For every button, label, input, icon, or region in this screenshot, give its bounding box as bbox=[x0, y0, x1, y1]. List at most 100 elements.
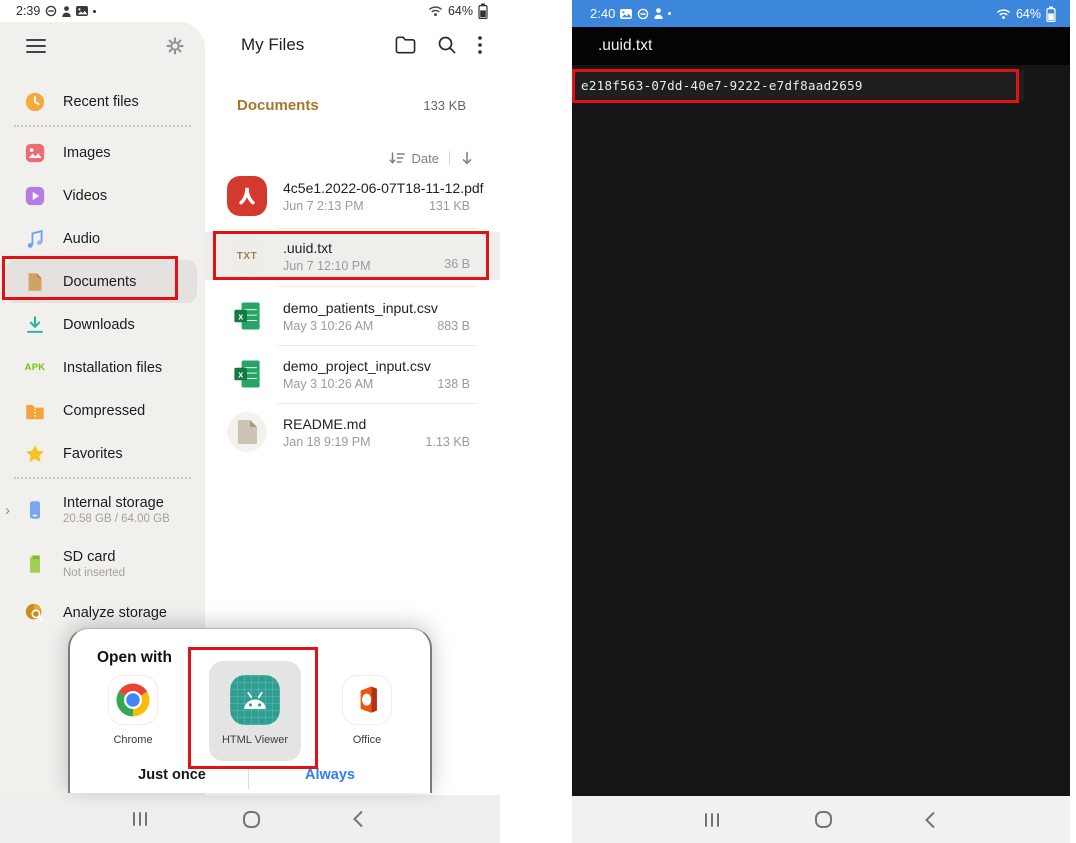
screenshot-notification-icon bbox=[76, 6, 89, 16]
right-navigation-bar bbox=[572, 796, 1070, 843]
generic-file-icon bbox=[227, 412, 267, 452]
annotation-box-uuid-content bbox=[572, 69, 1019, 103]
sidebar-item-label: Images bbox=[63, 144, 111, 161]
internal-storage-icon bbox=[24, 499, 46, 521]
sidebar-item-images[interactable]: Images bbox=[0, 131, 205, 174]
sort-direction-arrow-icon[interactable] bbox=[460, 151, 474, 165]
battery-icon bbox=[478, 3, 488, 19]
sidebar-list: Recent files Images Videos Audio Documen… bbox=[0, 80, 205, 634]
file-name: 4c5e1.2022-06-07T18-11-12.pdf bbox=[283, 179, 484, 196]
notification-dot-icon bbox=[93, 9, 97, 13]
star-icon bbox=[24, 443, 46, 465]
svg-text:x: x bbox=[238, 370, 243, 380]
app-label: Chrome bbox=[113, 734, 153, 746]
sidebar-item-videos[interactable]: Videos bbox=[0, 174, 205, 217]
app-option-office[interactable]: Office bbox=[312, 675, 422, 746]
compressed-folder-icon bbox=[24, 400, 46, 422]
recents-button[interactable] bbox=[133, 812, 147, 826]
sidebar-item-sd-card[interactable]: SD card Not inserted bbox=[0, 537, 205, 591]
file-row-readme[interactable]: README.md Jan 18 9:19 PM 1.13 KB bbox=[205, 406, 500, 458]
list-divider bbox=[277, 286, 477, 287]
just-once-button[interactable]: Just once bbox=[102, 767, 242, 783]
home-button[interactable] bbox=[243, 810, 260, 828]
folder-header: Documents 133 KB bbox=[205, 90, 500, 120]
videos-icon bbox=[24, 185, 46, 207]
sidebar-item-label: Recent files bbox=[63, 93, 139, 110]
more-options-kebab-icon[interactable] bbox=[478, 36, 482, 54]
home-button[interactable] bbox=[815, 811, 832, 828]
file-row-csv-project[interactable]: x demo_project_input.csv May 3 10:26 AM … bbox=[205, 348, 500, 400]
file-size: 1.13 KB bbox=[425, 435, 470, 449]
sidebar-divider bbox=[14, 125, 191, 127]
file-name: demo_project_input.csv bbox=[283, 357, 431, 374]
my-files-app-bar: My Files bbox=[205, 22, 500, 68]
new-folder-icon[interactable] bbox=[395, 35, 416, 55]
sidebar-item-label: Downloads bbox=[63, 316, 135, 333]
do-not-disturb-icon bbox=[637, 8, 649, 20]
apk-icon: APK bbox=[24, 362, 46, 373]
battery-icon bbox=[1046, 6, 1056, 22]
excel-file-icon: x bbox=[227, 296, 267, 336]
battery-percent: 64% bbox=[447, 4, 473, 18]
images-icon bbox=[24, 142, 46, 164]
hamburger-menu-icon[interactable] bbox=[26, 38, 46, 54]
breadcrumb-folder-name[interactable]: Documents bbox=[237, 97, 319, 114]
sidebar-item-audio[interactable]: Audio bbox=[0, 217, 205, 260]
sidebar-divider bbox=[14, 477, 191, 479]
sidebar-item-label: Installation files bbox=[63, 359, 163, 376]
file-date: May 3 10:26 AM bbox=[283, 376, 374, 391]
app-option-chrome[interactable]: Chrome bbox=[78, 675, 188, 746]
annotation-box-uuid-file-row bbox=[213, 231, 489, 280]
chrome-icon bbox=[108, 675, 158, 725]
sort-controls: Date bbox=[388, 146, 474, 170]
right-phone-screenshot: 2:40 64% .uuid.txt e218f563-07dd-40e7-92… bbox=[572, 0, 1070, 843]
do-not-disturb-icon bbox=[45, 5, 57, 17]
file-size: 138 B bbox=[437, 377, 470, 391]
dialog-title: Open with bbox=[97, 649, 172, 666]
right-status-bar: 2:40 64% bbox=[572, 0, 1070, 27]
recents-button[interactable] bbox=[705, 812, 719, 827]
file-name: README.md bbox=[283, 415, 367, 432]
svg-text:x: x bbox=[238, 312, 243, 322]
sidebar-item-recent-files[interactable]: Recent files bbox=[0, 80, 205, 123]
sidebar-item-compressed[interactable]: Compressed bbox=[0, 389, 205, 432]
file-row-pdf[interactable]: 4c5e1.2022-06-07T18-11-12.pdf Jun 7 2:13… bbox=[205, 170, 500, 222]
file-date: May 3 10:26 AM bbox=[283, 318, 374, 333]
sidebar-item-label: Videos bbox=[63, 187, 108, 204]
sort-order-icon[interactable] bbox=[388, 151, 405, 165]
viewer-title: .uuid.txt bbox=[598, 37, 653, 54]
file-size: 883 B bbox=[437, 319, 470, 333]
screenshot-notification-icon bbox=[620, 8, 633, 19]
annotation-box-html-viewer bbox=[188, 647, 318, 769]
wifi-icon bbox=[428, 5, 443, 17]
sidebar-item-label: SD card bbox=[63, 549, 116, 565]
always-button[interactable]: Always bbox=[260, 767, 400, 783]
file-row-csv-patients[interactable]: x demo_patients_input.csv May 3 10:26 AM… bbox=[205, 290, 500, 342]
list-divider bbox=[277, 345, 477, 346]
sidebar-item-favorites[interactable]: Favorites bbox=[0, 432, 205, 475]
sidebar-item-label: Compressed bbox=[63, 402, 146, 419]
page-title: My Files bbox=[241, 35, 305, 54]
folder-total-size: 133 KB bbox=[423, 97, 466, 113]
sort-by-label[interactable]: Date bbox=[412, 151, 439, 166]
back-button[interactable] bbox=[924, 811, 936, 829]
download-icon bbox=[24, 314, 46, 336]
viewer-content-area: e218f563-07dd-40e7-9222-e7df8aad2659 bbox=[572, 65, 1070, 796]
person-notification-icon bbox=[62, 5, 72, 17]
search-icon[interactable] bbox=[437, 35, 457, 55]
battery-percent: 64% bbox=[1015, 6, 1041, 21]
expand-chevron-icon[interactable]: › bbox=[5, 502, 10, 519]
app-label: Office bbox=[352, 734, 382, 746]
sidebar-item-internal-storage[interactable]: › Internal storage 20.58 GB / 64.00 GB bbox=[0, 483, 205, 537]
settings-gear-icon[interactable] bbox=[165, 36, 185, 56]
person-notification-icon bbox=[654, 8, 664, 19]
clock-icon bbox=[24, 91, 46, 113]
wifi-icon bbox=[996, 8, 1011, 20]
sidebar-item-installation-files[interactable]: APK Installation files bbox=[0, 346, 205, 389]
sd-card-icon bbox=[24, 553, 46, 575]
sidebar-item-downloads[interactable]: Downloads bbox=[0, 303, 205, 346]
screenshot-canvas: 2:39 64% Recent files Images Videos Audi… bbox=[0, 0, 1076, 843]
back-button[interactable] bbox=[352, 810, 364, 828]
list-divider bbox=[277, 228, 477, 229]
sidebar-item-label: Analyze storage bbox=[63, 604, 167, 621]
